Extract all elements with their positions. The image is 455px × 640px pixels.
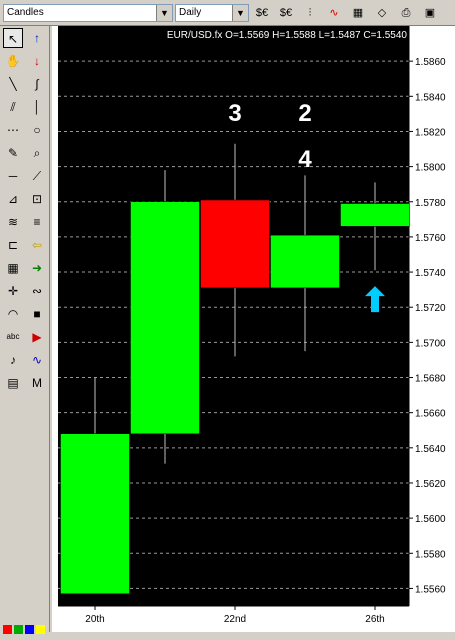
- y-tick-label: 1.5820: [415, 127, 446, 138]
- annotation-label: 4: [298, 146, 312, 173]
- timeframe-value: Daily: [179, 7, 202, 18]
- chart-link-icon[interactable]: ∿: [324, 4, 344, 22]
- y-tick-label: 1.5580: [415, 549, 446, 560]
- candle-body[interactable]: [340, 203, 410, 227]
- print-preview-icon[interactable]: ▣: [420, 4, 440, 22]
- chart-type-value: Candles: [7, 7, 44, 18]
- x-tick-label: 22nd: [224, 614, 246, 625]
- arrow-left-icon[interactable]: ⇦: [27, 235, 47, 255]
- candlestick-chart[interactable]: 1.5860 1.5840 1.5820 1.5800 1.5780 1.5760 1.57…: [52, 26, 455, 632]
- color-swatch[interactable]: [25, 625, 34, 634]
- candle-body[interactable]: [130, 201, 200, 435]
- parallel-icon[interactable]: ⫽: [3, 97, 23, 117]
- currency-down-icon[interactable]: $€: [276, 4, 296, 22]
- zoom-box-icon[interactable]: ⊡: [27, 189, 47, 209]
- candle-body[interactable]: [200, 199, 270, 289]
- levels-icon[interactable]: ≡: [27, 212, 47, 232]
- dotted-grid-icon[interactable]: ⋯: [3, 120, 23, 140]
- drawing-toolbar: ↖ ↑ ✋ ↓ ╲ ∫ ⫽ │ ⋯ ○ ✎ ⌕ ─ ⟋ ⊿ ⊡ ≋ ≡ ⊏ ⇦ ▦ ➜ ✛ ∾ ◠ ■ abc ▶ ♪ ∿ ▤ M: [0, 26, 50, 632]
- arc-icon[interactable]: ◠: [3, 304, 23, 324]
- chart-panel: 1.5860 1.5840 1.5820 1.5800 1.5780 1.5760 1.57…: [52, 26, 455, 632]
- channel-icon[interactable]: ⊏: [3, 235, 23, 255]
- top-toolbar: Candles ▼ Daily ▼ $€ $€ ⫶ ∿ ▦ ◇ ⎙ ▣: [0, 0, 455, 26]
- annotation-label: 3: [228, 100, 241, 127]
- x-tick-label: 26th: [365, 614, 384, 625]
- y-tick-label: 1.5840: [415, 92, 446, 103]
- x-tick-label: 20th: [85, 614, 104, 625]
- y-tick-label: 1.5800: [415, 163, 446, 174]
- annotation-label: 2: [298, 100, 311, 127]
- rays-icon[interactable]: ⟋: [27, 166, 47, 186]
- alert-icon[interactable]: ♪: [3, 350, 23, 370]
- candle-body[interactable]: [270, 234, 340, 289]
- y-tick-label: 1.5860: [415, 57, 446, 68]
- calendar-icon[interactable]: ▦: [348, 4, 368, 22]
- arrow-up-red-icon[interactable]: ↑: [27, 28, 47, 48]
- y-tick-label: 1.5640: [415, 444, 446, 455]
- print-icon[interactable]: ⎙: [396, 4, 416, 22]
- crosshair-icon[interactable]: ✛: [3, 281, 23, 301]
- zoom-icon[interactable]: ⌕: [27, 143, 47, 163]
- text-icon[interactable]: abc: [3, 327, 23, 347]
- color-swatch[interactable]: [36, 625, 45, 634]
- curve-text-icon[interactable]: ∾: [27, 281, 47, 301]
- y-tick-label: 1.5780: [415, 198, 446, 209]
- bars-icon[interactable]: ⫶: [300, 4, 320, 22]
- line-icon[interactable]: ╲: [3, 74, 23, 94]
- y-tick-label: 1.5720: [415, 303, 446, 314]
- pointer-icon[interactable]: ↖: [3, 28, 23, 48]
- pencil-icon[interactable]: ✎: [3, 143, 23, 163]
- stop-icon[interactable]: ■: [27, 304, 47, 324]
- y-tick-label: 1.5600: [415, 514, 446, 525]
- y-tick-label: 1.5620: [415, 479, 446, 490]
- horizontal-line-icon[interactable]: ─: [3, 166, 23, 186]
- chevron-down-icon[interactable]: ▼: [156, 5, 172, 21]
- eraser-icon[interactable]: ◇: [372, 4, 392, 22]
- y-tick-label: 1.5560: [415, 584, 446, 595]
- arrow-down-red-icon[interactable]: ↓: [27, 51, 47, 71]
- wave-icon[interactable]: ∿: [27, 350, 47, 370]
- freehand-icon[interactable]: ∫: [27, 74, 47, 94]
- arrow-right-icon[interactable]: ➜: [27, 258, 47, 278]
- gann-icon[interactable]: ⊿: [3, 189, 23, 209]
- chart-type-dropdown[interactable]: Candles ▼: [3, 4, 173, 22]
- y-tick-label: 1.5740: [415, 268, 446, 279]
- elliott-icon[interactable]: M: [27, 373, 47, 393]
- currency-icon[interactable]: $€: [252, 4, 272, 22]
- timeframe-dropdown[interactable]: Daily ▼: [175, 4, 249, 22]
- color-legend: [0, 621, 60, 640]
- y-tick-label: 1.5760: [415, 233, 446, 244]
- vertical-line-icon[interactable]: │: [27, 97, 47, 117]
- hand-icon[interactable]: ✋: [3, 51, 23, 71]
- grid-icon[interactable]: ▦: [3, 258, 23, 278]
- circle-icon[interactable]: ○: [27, 120, 47, 140]
- calculator-icon[interactable]: ▤: [3, 373, 23, 393]
- candle-body[interactable]: [60, 433, 130, 594]
- y-tick-label: 1.5700: [415, 338, 446, 349]
- chevron-down-icon[interactable]: ▼: [232, 5, 248, 21]
- y-tick-label: 1.5660: [415, 409, 446, 420]
- color-swatch[interactable]: [14, 625, 23, 634]
- fan-icon[interactable]: ≋: [3, 212, 23, 232]
- ohlc-readout: EUR/USD.fx O=1.5569 H=1.5588 L=1.5487 C=…: [167, 30, 408, 41]
- color-swatch[interactable]: [3, 625, 12, 634]
- y-tick-label: 1.5680: [415, 374, 446, 385]
- buy-icon[interactable]: ▶: [27, 327, 47, 347]
